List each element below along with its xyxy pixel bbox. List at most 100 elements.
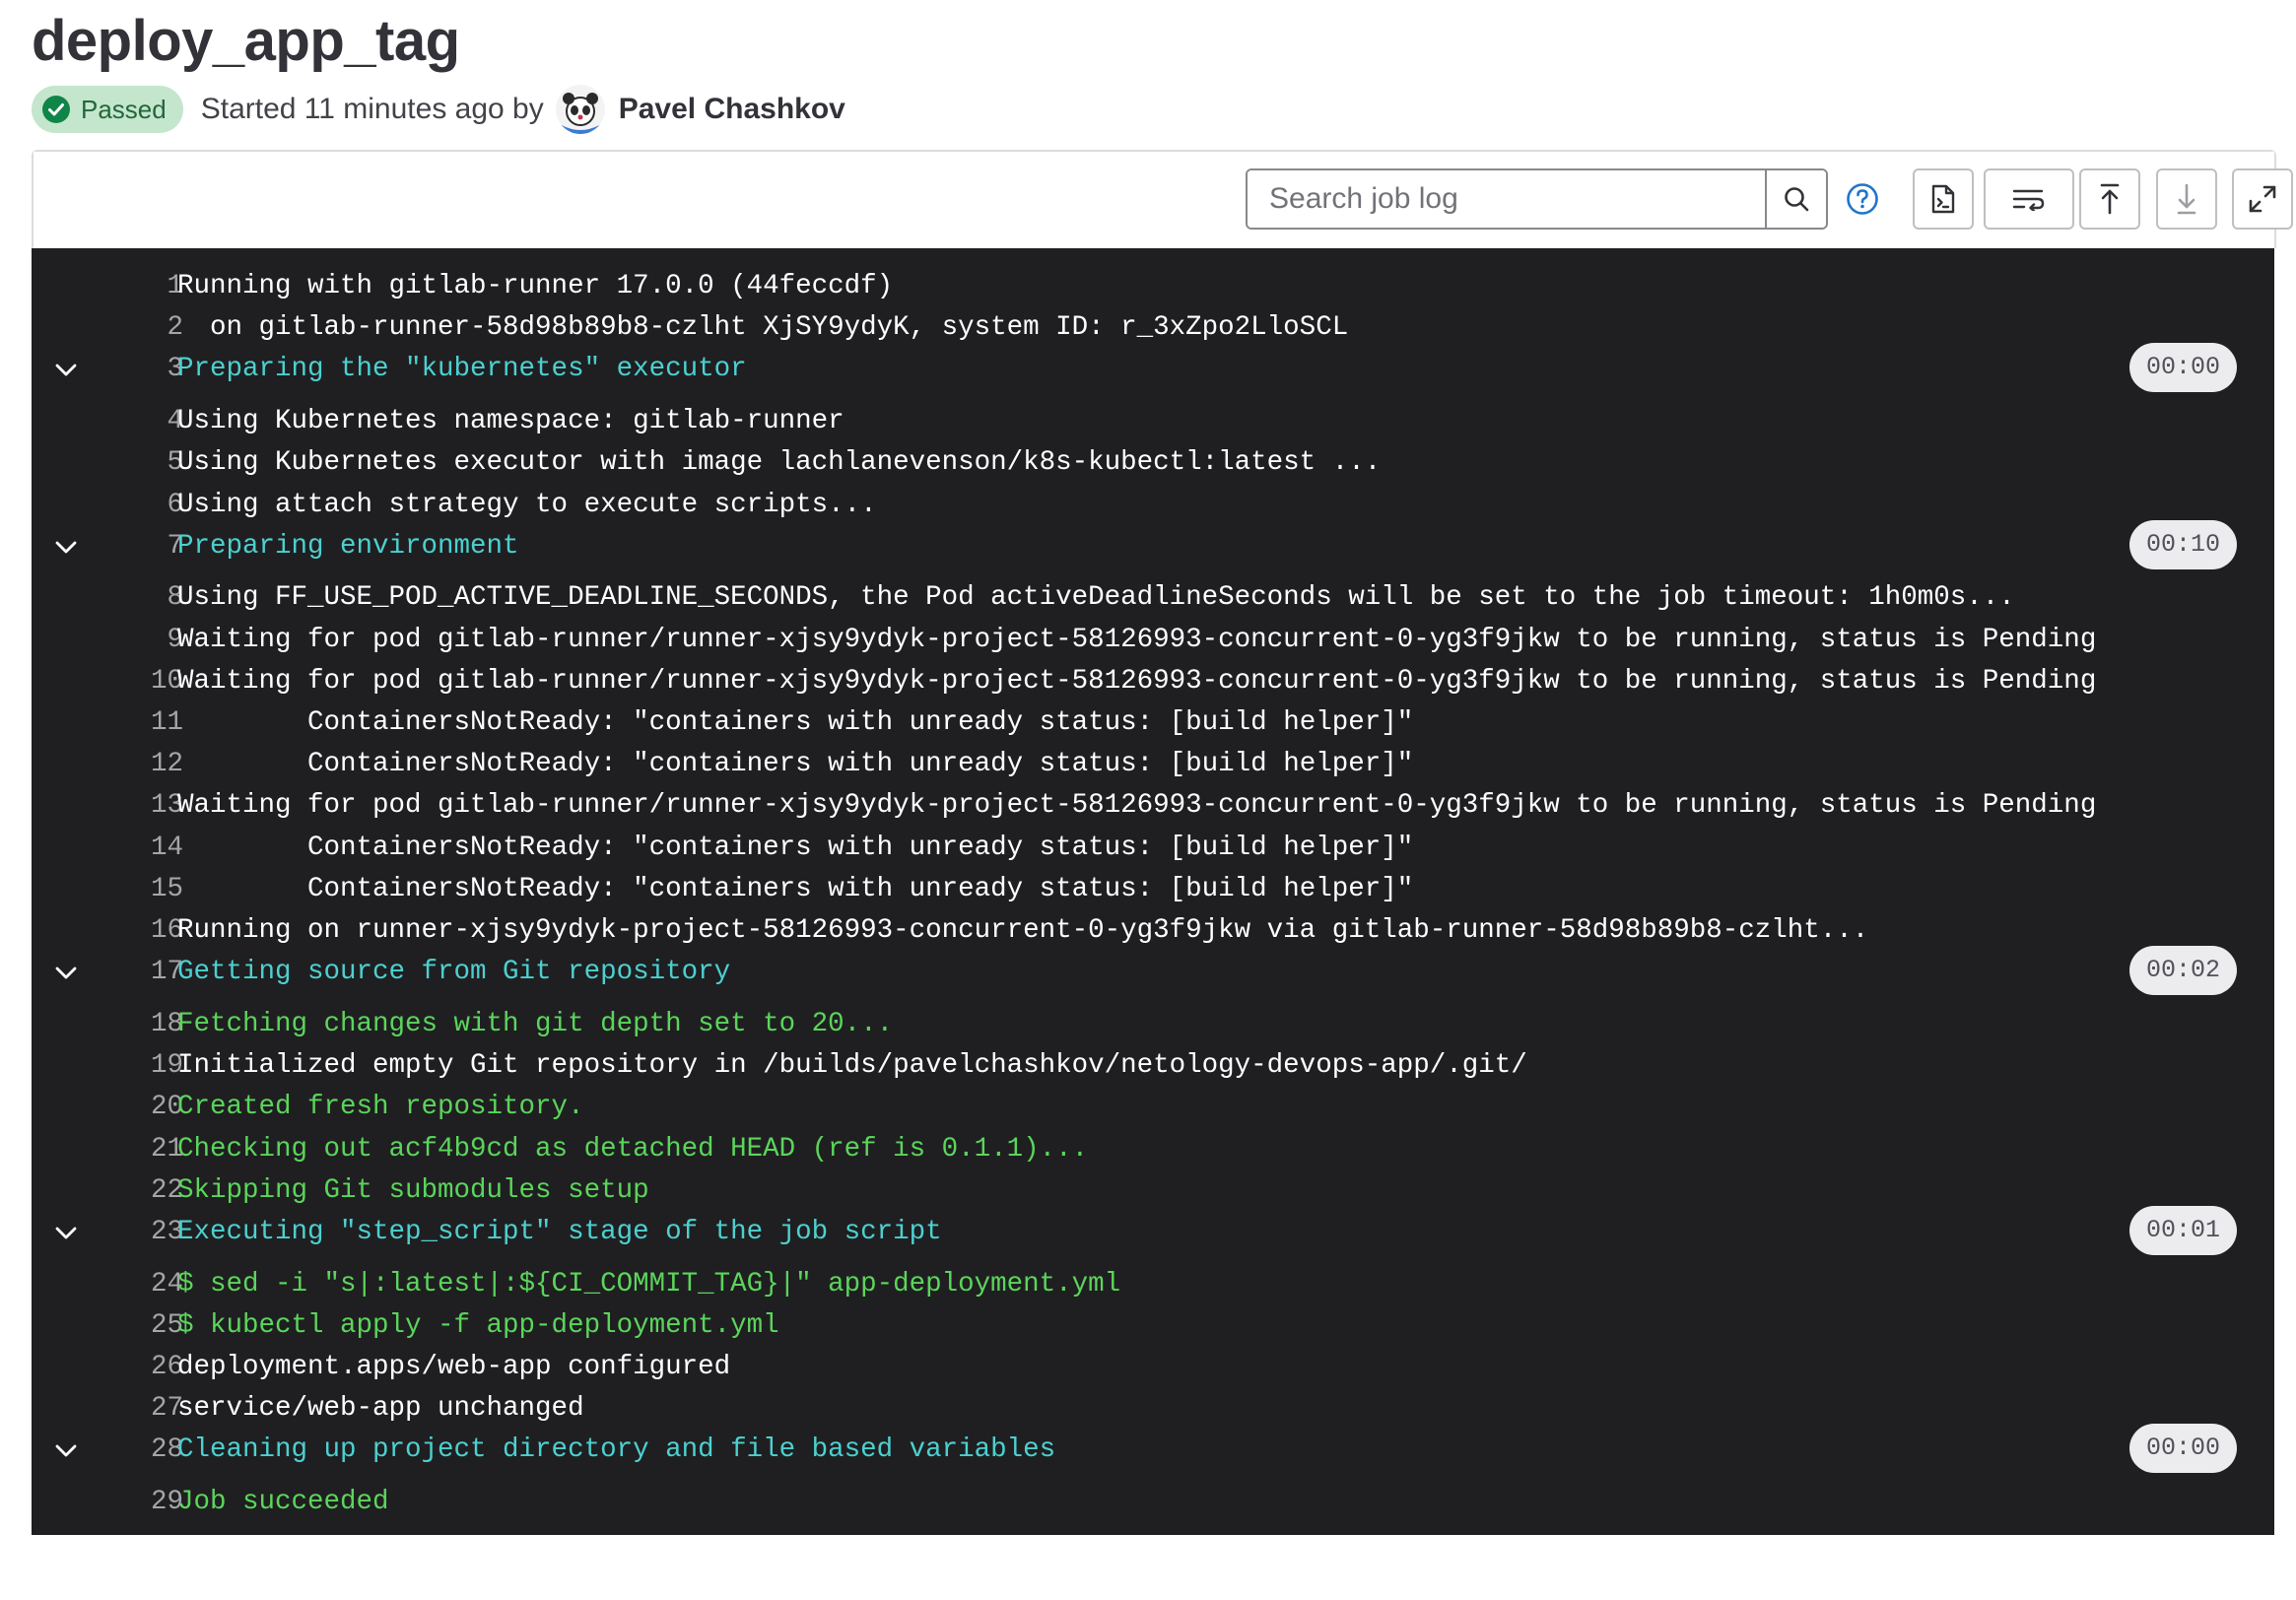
log-line: 16 Running on runner-xjsy9ydyk-project-58… [32, 910, 2274, 952]
check-circle-icon [42, 96, 70, 123]
fullscreen-icon [2249, 185, 2276, 213]
log-text: Getting source from Git repository [177, 957, 731, 988]
line-number[interactable]: 15 [106, 869, 183, 910]
log-line: 15 ContainersNotReady: "containers with … [32, 869, 2274, 910]
help-icon [1847, 183, 1878, 215]
log-text: ContainersNotReady: "containers with unr… [177, 749, 1414, 780]
line-number[interactable]: 29 [106, 1482, 183, 1523]
line-number[interactable]: 18 [106, 1004, 183, 1045]
wrap-text-button[interactable] [1984, 168, 2074, 230]
scroll-to-bottom-button[interactable] [2156, 168, 2217, 230]
line-number[interactable]: 7 [106, 526, 183, 567]
line-number[interactable]: 28 [106, 1430, 183, 1471]
log-text: Checking out acf4b9cd as detached HEAD (… [177, 1133, 1089, 1165]
chevron-down-icon[interactable] [53, 535, 79, 561]
chevron-down-icon[interactable] [53, 1438, 79, 1464]
log-line: 25 $ kubectl apply -f app-deployment.yml [32, 1305, 2274, 1347]
status-label: Passed [81, 94, 167, 124]
log-text: Using FF_USE_POD_ACTIVE_DEADLINE_SECONDS… [177, 582, 2015, 614]
log-text: service/web-app unchanged [177, 1393, 584, 1425]
section-duration-badge: 00:00 [2128, 1424, 2237, 1474]
line-number[interactable]: 23 [106, 1212, 183, 1253]
line-number[interactable]: 11 [106, 702, 183, 744]
raw-log-icon [1931, 184, 1955, 214]
scroll-to-top-button[interactable] [2079, 168, 2140, 230]
chevron-down-icon[interactable] [53, 1221, 79, 1246]
log-line: 12 ContainersNotReady: "containers with … [32, 744, 2274, 785]
log-line: 4 Using Kubernetes namespace: gitlab-runn… [32, 401, 2274, 442]
line-number[interactable]: 25 [106, 1305, 183, 1347]
log-line: 21 Checking out acf4b9cd as detached HEAD… [32, 1129, 2274, 1170]
line-number[interactable]: 12 [106, 744, 183, 785]
chevron-down-icon[interactable] [53, 961, 79, 986]
log-text: Running with gitlab-runner 17.0.0 (44fec… [177, 271, 894, 301]
log-text: $ sed -i "s|:latest|:${CI_COMMIT_TAG}|" … [177, 1268, 1121, 1300]
log-text: $ kubectl apply -f app-deployment.yml [177, 1309, 779, 1341]
log-line: 8 Using FF_USE_POD_ACTIVE_DEADLINE_SECOND… [32, 577, 2274, 619]
log-line: 2 on gitlab-runner-58d98b89b8-czlht XjSY… [32, 307, 2274, 349]
line-number[interactable]: 14 [106, 828, 183, 869]
log-line: 22 Skipping Git submodules setup [32, 1170, 2274, 1212]
log-text: Waiting for pod gitlab-runner/runner-xjs… [177, 624, 2097, 655]
line-number[interactable]: 24 [106, 1264, 183, 1305]
line-number[interactable]: 27 [106, 1388, 183, 1430]
log-line: 13 Waiting for pod gitlab-runner/runner-x… [32, 785, 2274, 827]
scroll-top-icon [2100, 183, 2120, 215]
fullscreen-button[interactable] [2232, 168, 2293, 230]
line-number[interactable]: 22 [106, 1170, 183, 1212]
log-line: 24 $ sed -i "s|:latest|:${CI_COMMIT_TAG}|… [32, 1264, 2274, 1305]
line-number[interactable]: 20 [106, 1087, 183, 1128]
log-text: ContainersNotReady: "containers with unr… [177, 832, 1414, 863]
log-text: Skipping Git submodules setup [177, 1174, 649, 1206]
line-number[interactable]: 9 [106, 620, 183, 661]
search-input[interactable] [1248, 170, 1765, 228]
log-section-header[interactable]: 28 Cleaning up project directory and file… [32, 1424, 2274, 1474]
line-number[interactable]: 5 [106, 442, 183, 484]
line-number[interactable]: 21 [106, 1129, 183, 1170]
line-number[interactable]: 10 [106, 661, 183, 702]
log-line: 6 Using attach strategy to execute script… [32, 485, 2274, 526]
help-button[interactable] [1841, 177, 1884, 221]
line-number[interactable]: 8 [106, 577, 183, 619]
log-text: Waiting for pod gitlab-runner/runner-xjs… [177, 665, 2097, 697]
log-section-header[interactable]: 3 Preparing the "kubernetes" executor 00:0… [32, 343, 2274, 393]
line-number[interactable]: 1 [106, 266, 183, 307]
line-number[interactable]: 26 [106, 1347, 183, 1388]
avatar[interactable] [555, 85, 605, 134]
line-number[interactable]: 3 [106, 349, 183, 390]
author-name[interactable]: Pavel Chashkov [619, 93, 845, 126]
scroll-bottom-icon [2177, 183, 2196, 215]
log-text: Job succeeded [177, 1487, 389, 1518]
chevron-down-icon[interactable] [53, 358, 79, 383]
log-text: ContainersNotReady: "containers with unr… [177, 707, 1414, 738]
log-text: Initialized empty Git repository in /bui… [177, 1050, 1527, 1082]
log-text: Cleaning up project directory and file b… [177, 1434, 1056, 1466]
line-number[interactable]: 13 [106, 785, 183, 827]
search-icon [1785, 187, 1809, 212]
log-line: 27 service/web-app unchanged [32, 1388, 2274, 1430]
line-number[interactable]: 16 [106, 910, 183, 952]
log-line: 20 Created fresh repository. [32, 1087, 2274, 1128]
log-line: 11 ContainersNotReady: "containers with … [32, 702, 2274, 744]
line-number[interactable]: 2 [106, 307, 183, 349]
section-duration-badge: 00:10 [2128, 519, 2237, 569]
line-number[interactable]: 4 [106, 401, 183, 442]
section-duration-badge: 00:00 [2128, 343, 2237, 393]
log-section-header[interactable]: 17 Getting source from Git repository 00:0… [32, 946, 2274, 996]
search-button[interactable] [1765, 170, 1826, 228]
line-number[interactable]: 17 [106, 952, 183, 993]
line-number[interactable]: 19 [106, 1045, 183, 1087]
log-line: 29 Job succeeded [32, 1482, 2274, 1523]
line-number[interactable]: 6 [106, 485, 183, 526]
log-section-header[interactable]: 7 Preparing environment 00:10 [32, 519, 2274, 569]
log-section-header[interactable]: 23 Executing "step_script" stage of the j… [32, 1205, 2274, 1255]
job-log-output: 1 Running with gitlab-runner 17.0.0 (44fe… [32, 248, 2274, 1535]
show-raw-log-button[interactable] [1913, 168, 1974, 230]
log-text: Using Kubernetes namespace: gitlab-runne… [177, 406, 844, 437]
status-badge[interactable]: Passed [32, 86, 183, 133]
log-text: Executing "step_script" stage of the job… [177, 1216, 942, 1247]
job-log-toolbar [34, 152, 2293, 248]
log-line: 9 Waiting for pod gitlab-runner/runner-xj… [32, 620, 2274, 661]
job-meta: Passed Started 11 minutes ago by Pavel C… [32, 85, 845, 134]
log-line: 19 Initialized empty Git repository in /b… [32, 1045, 2274, 1087]
